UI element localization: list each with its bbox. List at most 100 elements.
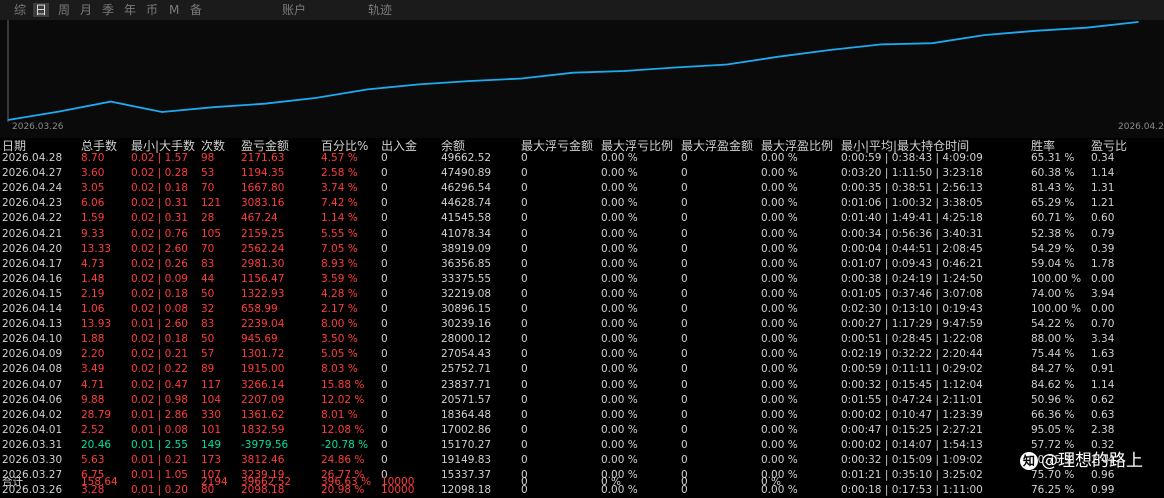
table-cell: 0.00 % (601, 333, 638, 346)
table-cell: 53 (201, 167, 215, 180)
table-cell: 0 (521, 408, 528, 421)
table-cell: 0 (381, 212, 388, 225)
table-row[interactable]: 2026.03.31 20.46 0.01 | 2.55 149 -3979.56 -20… (0, 438, 1164, 453)
table-cell: 1194.35 (241, 167, 285, 180)
table-cell: 98 (201, 152, 215, 164)
table-cell: 8.70 (81, 152, 105, 164)
table-cell: 0:00:04 | 0:44:51 | 2:08:45 (841, 242, 983, 255)
table-cell: 1.88 (81, 333, 105, 346)
table-row[interactable]: 2026.04.23 6.06 0.02 | 0.31 121 3083.16 7.42 … (0, 196, 1164, 211)
table-cell: 0.00 (1091, 272, 1115, 285)
table-row[interactable]: 2026.04.15 2.19 0.02 | 0.18 50 1322.93 4.28 %… (0, 287, 1164, 302)
table-cell: 0.01 | 0.21 (131, 454, 188, 466)
table-cell: 65.31 % (1031, 152, 1075, 164)
table-row[interactable]: 2026.04.28 8.70 0.02 | 1.57 98 2171.63 4.57 %… (0, 151, 1164, 166)
table-cell: 83 (201, 318, 215, 331)
table-cell: 0.02 | 0.47 (131, 378, 188, 391)
table-cell: 4.71 (81, 378, 105, 391)
table-cell: 0.00 % (601, 287, 638, 300)
table-row[interactable]: 2026.04.16 1.48 0.02 | 0.09 44 1156.47 3.59 %… (0, 272, 1164, 287)
balance-point (777, 55, 780, 58)
table-row[interactable]: 2026.04.21 9.33 0.02 | 0.76 105 2159.25 5.55 … (0, 227, 1164, 242)
table-cell: 30239.16 (441, 318, 492, 331)
table-cell: 0:00:47 | 0:15:25 | 2:27:21 (841, 423, 983, 436)
table-cell: 50 (201, 287, 215, 300)
table-row[interactable]: 2026.04.08 3.49 0.02 | 0.22 89 1915.00 8.03 %… (0, 362, 1164, 377)
table-row[interactable]: 2026.04.06 9.88 0.02 | 0.98 104 2207.09 12.02… (0, 393, 1164, 408)
table-row[interactable]: 2026.04.02 28.79 0.01 | 2.86 330 1361.62 8.01… (0, 408, 1164, 423)
table-cell: 0 (381, 152, 388, 164)
table-cell: 0:03:20 | 1:11:50 | 3:23:18 (841, 167, 983, 180)
table-cell: 0:00:32 | 0:15:45 | 1:12:04 (841, 378, 983, 391)
table-cell: 0 (521, 272, 528, 285)
table-cell: 4.57 % (321, 152, 358, 164)
table-cell: 0 (681, 167, 688, 180)
table-cell: 0.00 % (761, 363, 798, 376)
tab-1[interactable]: 日 (33, 3, 50, 17)
table-row[interactable]: 2026.04.17 4.73 0.02 | 0.26 83 2981.30 8.93 %… (0, 257, 1164, 272)
table-cell: 1667.80 (241, 182, 285, 195)
table-row[interactable]: 2026.04.20 13.33 0.02 | 2.60 70 2562.24 7.05 … (0, 242, 1164, 257)
table-cell: 0 (681, 454, 688, 466)
table-cell: 3.50 % (321, 333, 358, 346)
table-cell: 0 (681, 197, 688, 210)
tab-4[interactable]: 季 (100, 3, 116, 17)
tab-9[interactable]: 账户 (280, 3, 308, 17)
table-cell: 0 (681, 408, 688, 421)
table-cell: 88.00 % (1031, 333, 1075, 346)
table-cell: 0 (521, 182, 528, 195)
table-cell: 54.22 % (1031, 318, 1075, 331)
table-cell: 0.34 (1091, 152, 1115, 164)
tab-6[interactable]: 币 (144, 3, 160, 17)
table-row[interactable]: 2026.04.07 4.71 0.02 | 0.47 117 3266.14 15.88… (0, 378, 1164, 393)
table-cell: 0:00:38 | 0:24:19 | 1:24:50 (841, 272, 983, 285)
table-cell: 60.71 % (1031, 212, 1075, 225)
table-cell: 0 (381, 182, 388, 195)
tab-2[interactable]: 周 (56, 3, 72, 17)
table-cell: 9.88 (81, 393, 105, 406)
table-cell: 3.05 (81, 182, 105, 195)
table-cell: 0 (681, 257, 688, 270)
tab-10[interactable]: 轨迹 (366, 3, 394, 17)
table-cell: 2026.04.17 (2, 257, 63, 270)
balance-point (212, 106, 215, 109)
table-row[interactable]: 2026.04.22 1.59 0.02 | 0.31 28 467.24 1.14 % 0… (0, 211, 1164, 226)
table-cell: 18364.48 (441, 408, 492, 421)
table-cell: 0.00 % (761, 167, 798, 180)
table-cell: 41078.34 (441, 227, 492, 240)
table-cell: 0 (521, 257, 528, 270)
table-cell: 0 (681, 318, 688, 331)
tab-3[interactable]: 月 (78, 3, 94, 17)
table-cell: 0 (381, 438, 388, 451)
table-cell: 0.00 % (601, 318, 638, 331)
watermark-text: @理想的路上 (1041, 451, 1143, 471)
table-cell: 0 (381, 257, 388, 270)
table-cell: 2562.24 (241, 242, 285, 255)
tab-7[interactable]: M (167, 3, 181, 17)
table-row[interactable]: 2026.04.10 1.88 0.02 | 0.18 50 945.69 3.50 % 0… (0, 332, 1164, 347)
table-row[interactable]: 2026.04.24 3.05 0.02 | 0.18 70 1667.80 3.74 %… (0, 181, 1164, 196)
table-cell: 105 (201, 227, 222, 240)
tab-8[interactable]: 备 (188, 3, 204, 17)
table-cell: 117 (201, 378, 222, 391)
balance-point (418, 83, 420, 86)
table-cell: 0.00 % (601, 303, 638, 315)
tab-0[interactable]: 综 (12, 3, 28, 17)
tab-5[interactable]: 年 (122, 3, 138, 17)
table-row[interactable]: 2026.04.13 13.93 0.01 | 2.60 83 2239.04 8.00 … (0, 317, 1164, 332)
table-cell: 0 (521, 167, 528, 180)
table-row[interactable]: 2026.04.27 3.60 0.02 | 0.28 53 1194.35 2.58 %… (0, 166, 1164, 181)
balance-point (623, 70, 626, 72)
table-cell: 0.02 | 0.31 (131, 212, 188, 225)
table-cell: 52.38 % (1031, 227, 1075, 240)
table-cell: 0.00 % (761, 242, 798, 255)
table-cell: 12.02 % (321, 393, 365, 406)
table-cell: 0 (521, 348, 528, 361)
table-row[interactable]: 2026.04.01 2.52 0.01 | 0.08 101 1832.59 12.08… (0, 423, 1164, 438)
table-row[interactable]: 2026.04.09 2.20 0.02 | 0.21 57 1301.72 5.05 %… (0, 347, 1164, 362)
table-cell: 2.19 (81, 287, 105, 300)
table-cell: 0.63 (1091, 408, 1115, 421)
table-row[interactable]: 2026.04.14 1.06 0.02 | 0.08 32 658.99 2.17 % 0… (0, 302, 1164, 317)
table-cell: 1.59 (81, 212, 105, 225)
table-row[interactable]: 2026.03.30 5.63 0.01 | 0.21 173 3812.46 24.86… (0, 453, 1164, 468)
